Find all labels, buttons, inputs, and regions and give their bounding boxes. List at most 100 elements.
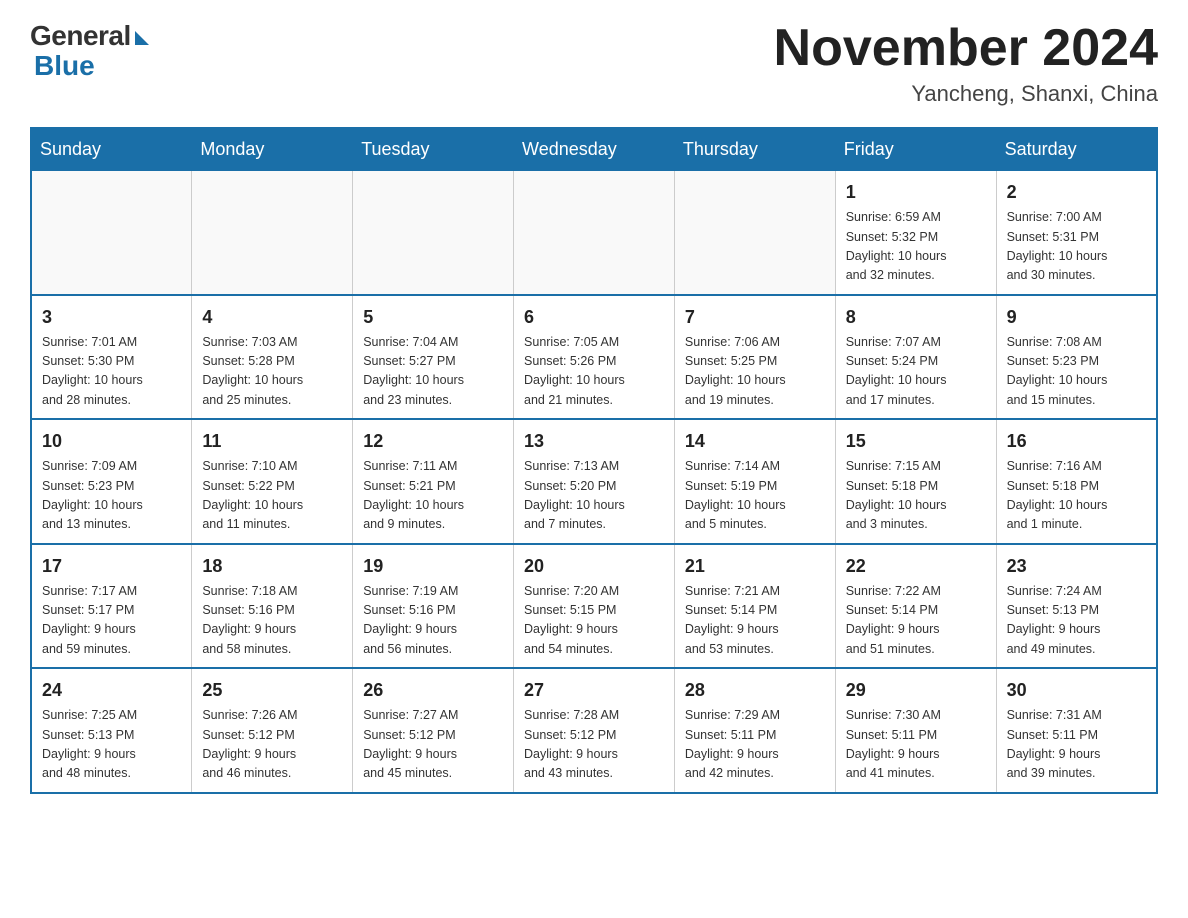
calendar-day-cell [192,171,353,295]
day-info: Sunrise: 7:29 AMSunset: 5:11 PMDaylight:… [685,706,825,784]
weekday-header-row: SundayMondayTuesdayWednesdayThursdayFrid… [31,128,1157,171]
weekday-header-tuesday: Tuesday [353,128,514,171]
weekday-header-thursday: Thursday [674,128,835,171]
day-number: 22 [846,553,986,580]
location-subtitle: Yancheng, Shanxi, China [774,81,1158,107]
calendar-week-row: 3Sunrise: 7:01 AMSunset: 5:30 PMDaylight… [31,295,1157,420]
day-number: 14 [685,428,825,455]
calendar-day-cell: 20Sunrise: 7:20 AMSunset: 5:15 PMDayligh… [514,544,675,669]
day-info: Sunrise: 7:04 AMSunset: 5:27 PMDaylight:… [363,333,503,411]
day-number: 2 [1007,179,1146,206]
day-info: Sunrise: 7:10 AMSunset: 5:22 PMDaylight:… [202,457,342,535]
day-info: Sunrise: 7:18 AMSunset: 5:16 PMDaylight:… [202,582,342,660]
day-number: 30 [1007,677,1146,704]
day-info: Sunrise: 7:09 AMSunset: 5:23 PMDaylight:… [42,457,181,535]
day-info: Sunrise: 7:08 AMSunset: 5:23 PMDaylight:… [1007,333,1146,411]
day-number: 21 [685,553,825,580]
calendar-day-cell: 13Sunrise: 7:13 AMSunset: 5:20 PMDayligh… [514,419,675,544]
calendar-day-cell: 12Sunrise: 7:11 AMSunset: 5:21 PMDayligh… [353,419,514,544]
calendar-day-cell: 27Sunrise: 7:28 AMSunset: 5:12 PMDayligh… [514,668,675,793]
day-number: 19 [363,553,503,580]
day-info: Sunrise: 7:24 AMSunset: 5:13 PMDaylight:… [1007,582,1146,660]
day-number: 3 [42,304,181,331]
calendar-day-cell: 1Sunrise: 6:59 AMSunset: 5:32 PMDaylight… [835,171,996,295]
day-info: Sunrise: 7:21 AMSunset: 5:14 PMDaylight:… [685,582,825,660]
calendar-week-row: 10Sunrise: 7:09 AMSunset: 5:23 PMDayligh… [31,419,1157,544]
day-number: 7 [685,304,825,331]
calendar-day-cell: 2Sunrise: 7:00 AMSunset: 5:31 PMDaylight… [996,171,1157,295]
day-info: Sunrise: 7:22 AMSunset: 5:14 PMDaylight:… [846,582,986,660]
weekday-header-sunday: Sunday [31,128,192,171]
calendar-day-cell: 16Sunrise: 7:16 AMSunset: 5:18 PMDayligh… [996,419,1157,544]
page-header: General Blue November 2024 Yancheng, Sha… [30,20,1158,107]
calendar-day-cell: 9Sunrise: 7:08 AMSunset: 5:23 PMDaylight… [996,295,1157,420]
calendar-week-row: 24Sunrise: 7:25 AMSunset: 5:13 PMDayligh… [31,668,1157,793]
calendar-day-cell: 8Sunrise: 7:07 AMSunset: 5:24 PMDaylight… [835,295,996,420]
calendar-day-cell: 22Sunrise: 7:22 AMSunset: 5:14 PMDayligh… [835,544,996,669]
day-number: 11 [202,428,342,455]
day-info: Sunrise: 7:28 AMSunset: 5:12 PMDaylight:… [524,706,664,784]
logo-general-text: General [30,20,149,52]
day-info: Sunrise: 7:30 AMSunset: 5:11 PMDaylight:… [846,706,986,784]
calendar-day-cell: 26Sunrise: 7:27 AMSunset: 5:12 PMDayligh… [353,668,514,793]
calendar-day-cell: 11Sunrise: 7:10 AMSunset: 5:22 PMDayligh… [192,419,353,544]
day-number: 28 [685,677,825,704]
calendar-day-cell: 10Sunrise: 7:09 AMSunset: 5:23 PMDayligh… [31,419,192,544]
day-number: 13 [524,428,664,455]
day-number: 5 [363,304,503,331]
calendar-day-cell: 18Sunrise: 7:18 AMSunset: 5:16 PMDayligh… [192,544,353,669]
day-info: Sunrise: 7:05 AMSunset: 5:26 PMDaylight:… [524,333,664,411]
calendar-day-cell: 25Sunrise: 7:26 AMSunset: 5:12 PMDayligh… [192,668,353,793]
day-info: Sunrise: 7:06 AMSunset: 5:25 PMDaylight:… [685,333,825,411]
day-info: Sunrise: 7:03 AMSunset: 5:28 PMDaylight:… [202,333,342,411]
day-info: Sunrise: 7:31 AMSunset: 5:11 PMDaylight:… [1007,706,1146,784]
calendar-day-cell [674,171,835,295]
calendar-day-cell: 7Sunrise: 7:06 AMSunset: 5:25 PMDaylight… [674,295,835,420]
calendar-day-cell: 30Sunrise: 7:31 AMSunset: 5:11 PMDayligh… [996,668,1157,793]
calendar-day-cell: 19Sunrise: 7:19 AMSunset: 5:16 PMDayligh… [353,544,514,669]
day-number: 26 [363,677,503,704]
calendar-day-cell [31,171,192,295]
day-info: Sunrise: 7:16 AMSunset: 5:18 PMDaylight:… [1007,457,1146,535]
calendar-day-cell: 21Sunrise: 7:21 AMSunset: 5:14 PMDayligh… [674,544,835,669]
day-number: 25 [202,677,342,704]
day-info: Sunrise: 7:26 AMSunset: 5:12 PMDaylight:… [202,706,342,784]
day-info: Sunrise: 7:00 AMSunset: 5:31 PMDaylight:… [1007,208,1146,286]
calendar-day-cell: 28Sunrise: 7:29 AMSunset: 5:11 PMDayligh… [674,668,835,793]
calendar-table: SundayMondayTuesdayWednesdayThursdayFrid… [30,127,1158,794]
day-number: 18 [202,553,342,580]
day-number: 27 [524,677,664,704]
weekday-header-friday: Friday [835,128,996,171]
calendar-week-row: 17Sunrise: 7:17 AMSunset: 5:17 PMDayligh… [31,544,1157,669]
calendar-day-cell [514,171,675,295]
day-number: 9 [1007,304,1146,331]
calendar-day-cell: 15Sunrise: 7:15 AMSunset: 5:18 PMDayligh… [835,419,996,544]
calendar-day-cell [353,171,514,295]
calendar-day-cell: 4Sunrise: 7:03 AMSunset: 5:28 PMDaylight… [192,295,353,420]
day-info: Sunrise: 7:27 AMSunset: 5:12 PMDaylight:… [363,706,503,784]
day-info: Sunrise: 7:20 AMSunset: 5:15 PMDaylight:… [524,582,664,660]
calendar-day-cell: 23Sunrise: 7:24 AMSunset: 5:13 PMDayligh… [996,544,1157,669]
day-number: 8 [846,304,986,331]
day-info: Sunrise: 7:13 AMSunset: 5:20 PMDaylight:… [524,457,664,535]
calendar-day-cell: 14Sunrise: 7:14 AMSunset: 5:19 PMDayligh… [674,419,835,544]
calendar-day-cell: 17Sunrise: 7:17 AMSunset: 5:17 PMDayligh… [31,544,192,669]
calendar-day-cell: 29Sunrise: 7:30 AMSunset: 5:11 PMDayligh… [835,668,996,793]
day-number: 20 [524,553,664,580]
day-number: 17 [42,553,181,580]
day-info: Sunrise: 7:11 AMSunset: 5:21 PMDaylight:… [363,457,503,535]
weekday-header-wednesday: Wednesday [514,128,675,171]
calendar-day-cell: 3Sunrise: 7:01 AMSunset: 5:30 PMDaylight… [31,295,192,420]
day-number: 12 [363,428,503,455]
day-number: 6 [524,304,664,331]
calendar-day-cell: 6Sunrise: 7:05 AMSunset: 5:26 PMDaylight… [514,295,675,420]
day-number: 23 [1007,553,1146,580]
day-number: 4 [202,304,342,331]
day-number: 29 [846,677,986,704]
day-info: Sunrise: 7:01 AMSunset: 5:30 PMDaylight:… [42,333,181,411]
day-number: 1 [846,179,986,206]
logo-arrow-icon [135,31,149,45]
day-number: 24 [42,677,181,704]
day-info: Sunrise: 7:07 AMSunset: 5:24 PMDaylight:… [846,333,986,411]
day-info: Sunrise: 7:14 AMSunset: 5:19 PMDaylight:… [685,457,825,535]
